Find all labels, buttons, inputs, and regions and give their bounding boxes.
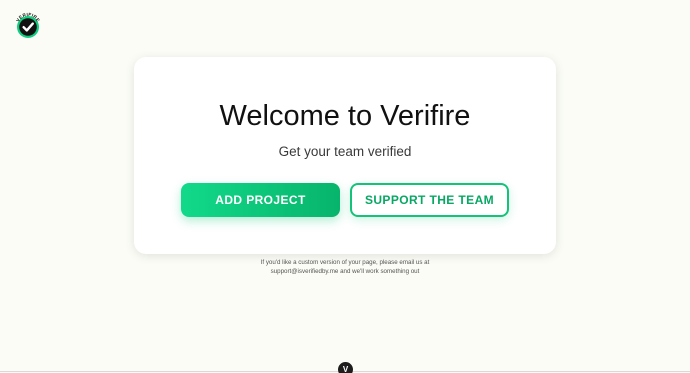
support-the-team-button[interactable]: SUPPORT THE TEAM [350,183,509,217]
add-project-button[interactable]: ADD PROJECT [181,183,340,217]
custom-version-note: If you'd like a custom version of your p… [0,258,690,276]
custom-version-note-line1: If you'd like a custom version of your p… [260,259,430,266]
verifire-logo[interactable]: VERIFIRE [14,12,42,40]
page-subtitle: Get your team verified [278,144,412,159]
custom-version-note-line2[interactable]: support@isverifiedby.me and we'll work s… [0,267,690,276]
page-title: Welcome to Verifire [219,100,471,132]
logo-badge-icon: VERIFIRE [15,12,41,38]
page: VERIFIRE Welcome to Verifire Get your te… [0,0,690,373]
bottom-v-badge[interactable]: V [338,362,353,373]
